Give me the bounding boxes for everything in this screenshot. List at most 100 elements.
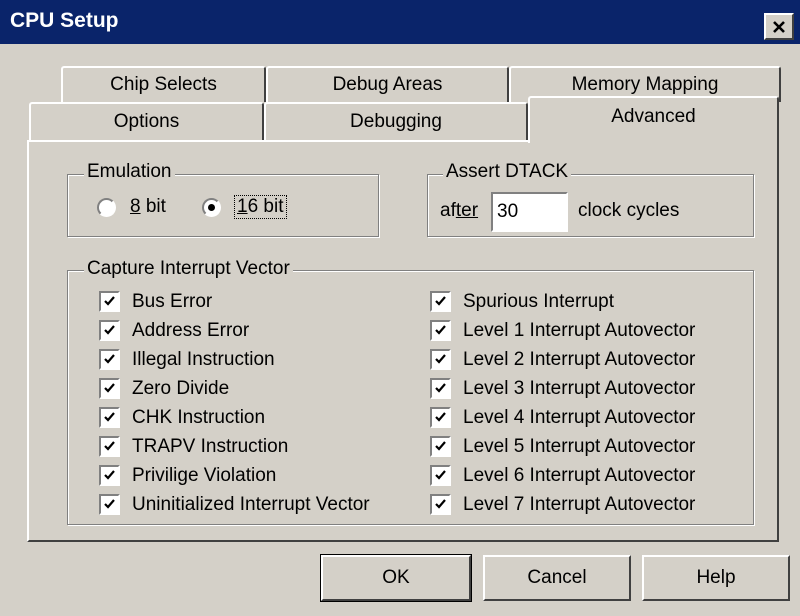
tab-advanced[interactable]: Advanced: [528, 96, 779, 143]
capture-item-illegal-instruction[interactable]: Illegal Instruction: [99, 345, 370, 374]
checkbox[interactable]: [99, 494, 120, 515]
label-text: 6 bit: [247, 196, 284, 217]
access-key: 8: [130, 196, 141, 217]
emulation-group-title: Emulation: [84, 161, 175, 183]
checkbox-label: Zero Divide: [132, 377, 230, 399]
checkbox[interactable]: [99, 320, 120, 341]
checkbox-label: Level 7 Interrupt Autovector: [463, 493, 696, 515]
tab-label: Debugging: [350, 111, 442, 132]
radio-8bit-label[interactable]: 8 bit: [130, 196, 166, 218]
capture-right-column: Spurious Interrupt Level 1 Interrupt Aut…: [430, 287, 695, 519]
checkbox-label: Level 5 Interrupt Autovector: [463, 435, 696, 457]
checkmark-icon: [104, 383, 115, 393]
tab-label: Options: [113, 111, 180, 132]
tab-debugging[interactable]: Debugging: [264, 102, 528, 140]
checkbox-label: Privilige Violation: [132, 464, 277, 486]
checkbox-label: Level 6 Interrupt Autovector: [463, 464, 696, 486]
tab-label: Debug Areas: [332, 74, 443, 95]
tab-debug-areas[interactable]: Debug Areas: [266, 66, 509, 102]
checkmark-icon: [435, 441, 446, 451]
checkmark-icon: [104, 325, 115, 335]
cancel-button[interactable]: Cancel: [483, 555, 631, 601]
checkbox-label: Level 2 Interrupt Autovector: [463, 348, 696, 370]
checkbox[interactable]: [99, 349, 120, 370]
capture-left-column: Bus Error Address Error Illegal Instruct…: [99, 287, 370, 519]
checkbox[interactable]: [99, 465, 120, 486]
checkbox[interactable]: [99, 407, 120, 428]
capture-item-level-1-autovector[interactable]: Level 1 Interrupt Autovector: [430, 316, 695, 345]
checkbox-label: TRAPV Instruction: [132, 435, 289, 457]
checkmark-icon: [104, 499, 115, 509]
checkbox[interactable]: [430, 436, 451, 457]
checkmark-icon: [104, 441, 115, 451]
access-key: ter: [455, 200, 479, 221]
checkmark-icon: [435, 354, 446, 364]
checkmark-icon: [435, 470, 446, 480]
checkmark-icon: [104, 470, 115, 480]
checkbox[interactable]: [430, 407, 451, 428]
checkbox[interactable]: [99, 291, 120, 312]
capture-item-level-4-autovector[interactable]: Level 4 Interrupt Autovector: [430, 403, 695, 432]
dtack-units-label: clock cycles: [578, 200, 680, 221]
checkmark-icon: [435, 412, 446, 422]
checkmark-icon: [435, 325, 446, 335]
ok-button[interactable]: OK: [320, 554, 472, 602]
capture-item-level-2-autovector[interactable]: Level 2 Interrupt Autovector: [430, 345, 695, 374]
checkbox[interactable]: [430, 349, 451, 370]
tab-label: Memory Mapping: [571, 74, 719, 95]
capture-item-level-5-autovector[interactable]: Level 5 Interrupt Autovector: [430, 432, 695, 461]
checkbox[interactable]: [430, 494, 451, 515]
label-text: bit: [140, 196, 166, 217]
access-key: 1: [237, 196, 248, 217]
checkbox-label: Illegal Instruction: [132, 348, 275, 370]
capture-item-bus-error[interactable]: Bus Error: [99, 287, 370, 316]
capture-item-level-3-autovector[interactable]: Level 3 Interrupt Autovector: [430, 374, 695, 403]
radio-8bit[interactable]: [97, 198, 116, 217]
radio-16bit[interactable]: [202, 198, 221, 217]
capture-item-trapv-instruction[interactable]: TRAPV Instruction: [99, 432, 370, 461]
checkbox[interactable]: [99, 436, 120, 457]
checkbox[interactable]: [430, 320, 451, 341]
checkbox-label: Bus Error: [132, 290, 213, 312]
dtack-group-title: Assert DTACK: [443, 161, 572, 183]
checkmark-icon: [435, 499, 446, 509]
capture-item-spurious-interrupt[interactable]: Spurious Interrupt: [430, 287, 695, 316]
checkmark-icon: [104, 412, 115, 422]
checkbox[interactable]: [430, 291, 451, 312]
label-text: af: [440, 200, 456, 221]
capture-item-level-6-autovector[interactable]: Level 6 Interrupt Autovector: [430, 461, 695, 490]
close-button[interactable]: [764, 13, 794, 40]
checkmark-icon: [104, 296, 115, 306]
checkbox-label: Address Error: [132, 319, 250, 341]
checkmark-icon: [435, 383, 446, 393]
close-icon: [773, 20, 785, 33]
window-title: CPU Setup: [10, 9, 119, 32]
capture-item-privilege-violation[interactable]: Privilige Violation: [99, 461, 370, 490]
checkmark-icon: [104, 354, 115, 364]
checkbox-label: Spurious Interrupt: [463, 290, 615, 312]
tab-label: Chip Selects: [110, 74, 217, 95]
checkbox[interactable]: [99, 378, 120, 399]
capture-item-address-error[interactable]: Address Error: [99, 316, 370, 345]
dtack-after-label: after: [440, 200, 478, 222]
capture-item-chk-instruction[interactable]: CHK Instruction: [99, 403, 370, 432]
dtack-cycles-input[interactable]: [491, 192, 568, 232]
checkbox-label: Level 3 Interrupt Autovector: [463, 377, 696, 399]
capture-vector-group-title: Capture Interrupt Vector: [84, 258, 293, 280]
title-bar: [0, 0, 800, 44]
checkbox[interactable]: [430, 378, 451, 399]
tab-label: Advanced: [611, 106, 696, 127]
capture-item-zero-divide[interactable]: Zero Divide: [99, 374, 370, 403]
checkbox-label: Level 1 Interrupt Autovector: [463, 319, 696, 341]
capture-item-level-7-autovector[interactable]: Level 7 Interrupt Autovector: [430, 490, 695, 519]
tab-options[interactable]: Options: [29, 102, 264, 140]
radio-16bit-label[interactable]: 16 bit: [234, 195, 287, 219]
radio-selected-dot: [208, 204, 215, 211]
capture-item-uninitialized-interrupt-vector[interactable]: Uninitialized Interrupt Vector: [99, 490, 370, 519]
checkbox-label: CHK Instruction: [132, 406, 266, 428]
help-button[interactable]: Help: [642, 555, 790, 601]
tab-chip-selects[interactable]: Chip Selects: [61, 66, 266, 102]
checkbox[interactable]: [430, 465, 451, 486]
checkbox-label: Uninitialized Interrupt Vector: [132, 493, 370, 515]
checkmark-icon: [435, 296, 446, 306]
